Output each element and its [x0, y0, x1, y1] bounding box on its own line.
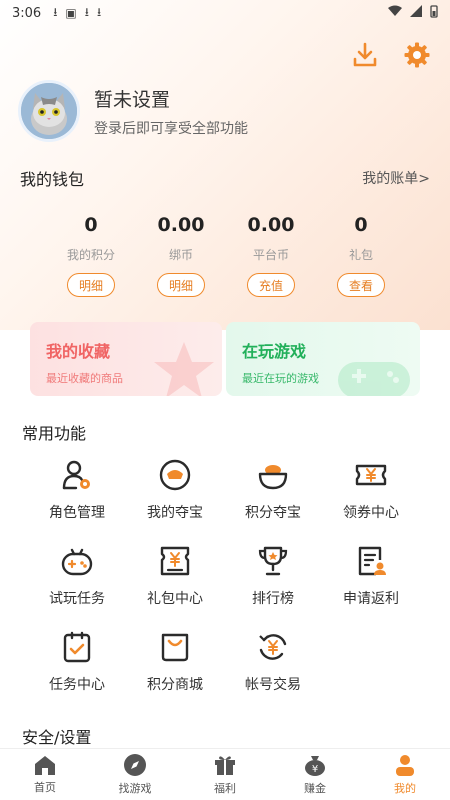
role-icon — [62, 460, 90, 490]
bottom-tab-bar: 首页 找游戏 福利 ¥ 赚金 我的 — [0, 748, 450, 800]
status-bar: 3:06 ⭳ ▣ ⭳ ⭳ — [0, 0, 450, 26]
wallet-platform-coins: 0.00 平台币 充值 — [226, 214, 316, 297]
trade-icon — [259, 634, 287, 660]
profile-header[interactable]: 暂未设置 登录后即可享受全部功能 — [18, 80, 248, 142]
wallet-label: 绑币 — [168, 248, 193, 262]
profile-name[interactable]: 暂未设置 — [94, 85, 248, 112]
task-icon — [63, 631, 91, 663]
rebate-icon — [358, 546, 386, 576]
function-label: 角色管理 — [49, 505, 105, 521]
settings-button[interactable] — [402, 40, 432, 70]
bound-coins-detail-button[interactable]: 明细 — [157, 273, 205, 297]
gold-bowl-icon — [258, 465, 288, 490]
profile-subtitle: 登录后即可享受全部功能 — [94, 120, 248, 137]
function-label: 积分夺宝 — [245, 505, 301, 521]
points-detail-button[interactable]: 明细 — [67, 273, 115, 297]
recharge-button[interactable]: 充值 — [247, 273, 295, 297]
gamepad-decoration-icon — [338, 362, 410, 396]
user-icon — [396, 755, 414, 776]
tab-label: 我的 — [394, 782, 416, 795]
star-decoration-icon — [154, 342, 214, 396]
avatar[interactable] — [18, 80, 80, 142]
coupon-icon — [355, 464, 387, 486]
trial-task-item[interactable]: 试玩任务 — [28, 542, 126, 628]
tab-mine[interactable]: 我的 — [360, 749, 450, 800]
gear-icon — [404, 42, 430, 68]
tab-welfare[interactable]: 福利 — [180, 749, 270, 800]
function-label: 申请返利 — [343, 591, 399, 607]
role-management-item[interactable]: 角色管理 — [28, 456, 126, 542]
compass-icon — [124, 754, 146, 776]
function-label: 试玩任务 — [49, 591, 105, 607]
download-button[interactable] — [350, 40, 380, 70]
home-icon — [35, 756, 55, 775]
money-bag-icon: ¥ — [305, 756, 325, 776]
wallet-value: 0.00 — [247, 214, 295, 236]
common-functions-grid: 角色管理 我的夺宝 积分夺宝 领券中心 试玩任务 礼包中心 排行榜 申请返利 任… — [28, 456, 420, 714]
wallet-points: 0 我的积分 明细 — [46, 214, 136, 297]
points-treasure-item[interactable]: 积分夺宝 — [224, 456, 322, 542]
my-treasure-item[interactable]: 我的夺宝 — [126, 456, 224, 542]
gamepad-icon — [61, 548, 93, 576]
coupon-center-item[interactable]: 领券中心 — [322, 456, 420, 542]
wallet-value: 0.00 — [157, 214, 205, 236]
wallet-label: 平台币 — [252, 248, 289, 262]
wallet-bound-coins: 0.00 绑币 明细 — [136, 214, 226, 297]
wallet-stats: 0 我的积分 明细 0.00 绑币 明细 0.00 平台币 充值 0 礼包 查看 — [46, 214, 406, 297]
security-settings-title: 安全/设置 — [22, 728, 92, 747]
account-trade-item[interactable]: 帐号交易 — [224, 628, 322, 714]
wallet-value: 0 — [354, 214, 368, 236]
leaderboard-item[interactable]: 排行榜 — [224, 542, 322, 628]
wallet-label: 我的积分 — [66, 248, 115, 262]
shop-icon — [161, 633, 189, 662]
svg-text:¥: ¥ — [312, 764, 318, 775]
gift-view-button[interactable]: 查看 — [337, 273, 385, 297]
signal-icon — [410, 5, 422, 21]
function-label: 礼包中心 — [147, 591, 203, 607]
tab-label: 福利 — [214, 782, 236, 795]
tab-label: 找游戏 — [118, 782, 152, 795]
task-center-item[interactable]: 任务中心 — [28, 628, 126, 714]
points-mall-item[interactable]: 积分商城 — [126, 628, 224, 714]
function-label: 任务中心 — [49, 677, 105, 693]
wallet-value: 0 — [84, 214, 98, 236]
gift-bag-icon — [160, 546, 190, 576]
download-status-icon: ⭳ — [96, 4, 102, 19]
function-label: 帐号交易 — [245, 677, 301, 693]
wallet-title: 我的钱包 — [20, 170, 85, 189]
tab-label: 首页 — [34, 781, 56, 794]
my-bill-link[interactable]: 我的账单> — [362, 168, 430, 188]
wifi-icon — [388, 5, 402, 21]
common-functions-title: 常用功能 — [22, 424, 87, 443]
tab-label: 赚金 — [304, 782, 326, 795]
wallet-label: 礼包 — [348, 248, 373, 262]
playing-games-card[interactable]: 在玩游戏 最近在玩的游戏 — [226, 322, 420, 396]
function-label: 我的夺宝 — [147, 505, 203, 521]
trophy-icon — [258, 546, 288, 576]
download-status-icon: ⭳ — [53, 4, 58, 19]
function-label: 积分商城 — [147, 677, 203, 693]
status-time: 3:06 — [12, 5, 42, 21]
apply-rebate-item[interactable]: 申请返利 — [322, 542, 420, 628]
battery-icon — [430, 4, 438, 22]
gift-center-item[interactable]: 礼包中心 — [126, 542, 224, 628]
gift-icon — [215, 756, 235, 775]
treasure-icon — [159, 459, 191, 491]
wallet-header: 我的钱包 我的账单> — [20, 166, 430, 190]
tab-home[interactable]: 首页 — [0, 749, 90, 800]
function-label: 排行榜 — [252, 591, 294, 607]
download-icon — [353, 42, 377, 67]
wallet-gift-packs: 0 礼包 查看 — [316, 214, 406, 297]
app-status-icon: ▣ — [65, 6, 77, 20]
tab-earn[interactable]: ¥ 赚金 — [270, 749, 360, 800]
function-label: 领券中心 — [343, 505, 399, 521]
tab-find-games[interactable]: 找游戏 — [90, 749, 180, 800]
my-favorites-card[interactable]: 我的收藏 最近收藏的商品 — [30, 322, 222, 396]
download-status-icon: ⭳ — [84, 4, 89, 19]
